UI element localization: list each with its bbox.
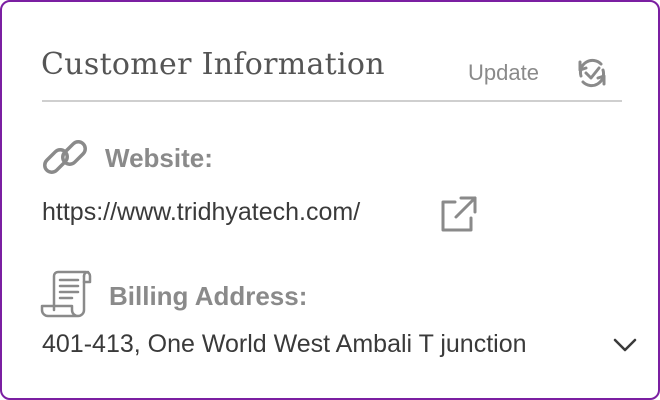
scroll-document-icon xyxy=(40,270,96,322)
website-url: https://www.tridhyatech.com/ xyxy=(42,198,361,226)
update-button[interactable]: Update xyxy=(468,60,539,86)
billing-address-value: 401-413, One World West Ambali T junctio… xyxy=(42,330,527,358)
website-label: Website: xyxy=(105,143,213,173)
customer-information-card: Customer Information Update Website: htt… xyxy=(0,0,660,400)
sync-check-icon[interactable] xyxy=(572,54,612,92)
chevron-down-icon[interactable] xyxy=(611,334,639,356)
card-title: Customer Information xyxy=(41,47,385,82)
title-divider xyxy=(42,100,622,102)
external-link-icon[interactable] xyxy=(439,194,479,234)
billing-address-label: Billing Address: xyxy=(109,281,308,311)
link-icon xyxy=(40,132,90,182)
